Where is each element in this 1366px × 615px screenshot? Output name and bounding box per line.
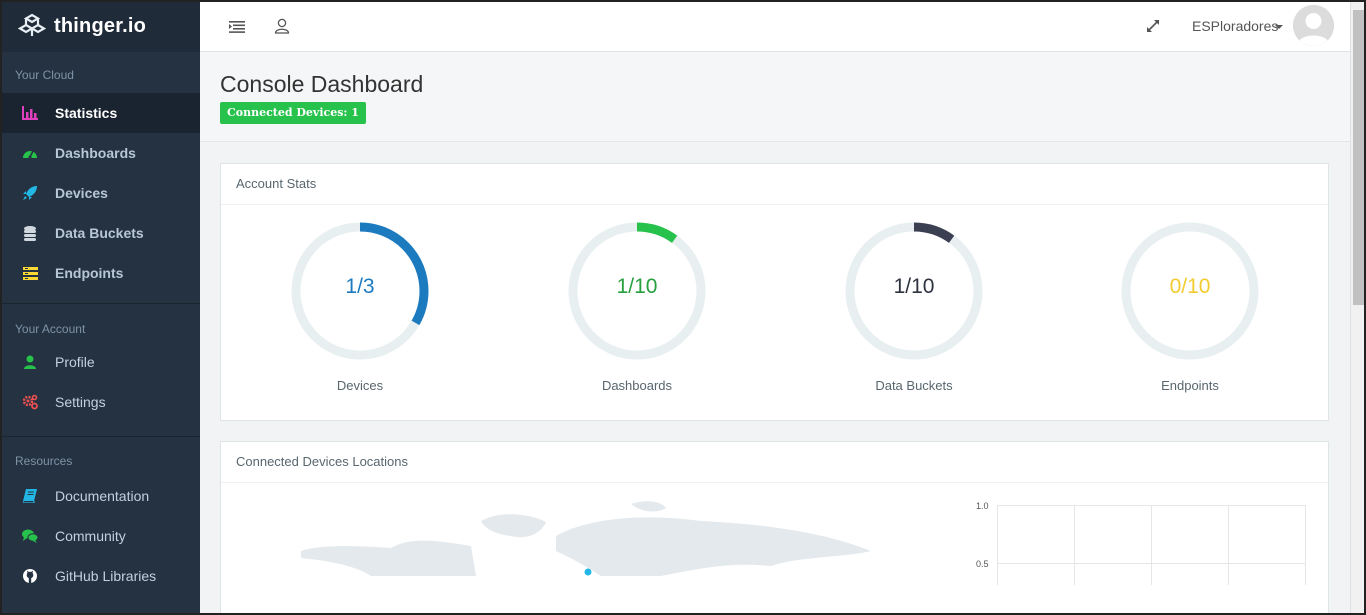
stat-label: Devices (336, 378, 384, 393)
stat-label: Data Buckets (875, 378, 953, 393)
rocket-icon (22, 185, 38, 201)
y-tick-label: 1.0 (976, 501, 989, 511)
stat-label: Endpoints (1161, 378, 1219, 393)
sidebar-item-settings[interactable]: Settings (0, 382, 200, 422)
device-location-marker[interactable] (584, 568, 592, 576)
stat-endpoints: 0/10 Endpoints (1110, 219, 1270, 393)
sidebar-item-label: Community (55, 528, 126, 544)
sidebar-item-label: GitHub Libraries (55, 568, 157, 584)
section-title-your-cloud: Your Cloud (15, 68, 74, 82)
sidebar-item-label: Data Buckets (55, 225, 144, 241)
page-header: Console Dashboard Connected Devices: 1 (200, 52, 1350, 142)
section-title-your-account: Your Account (15, 322, 86, 336)
avatar[interactable] (1293, 5, 1334, 46)
sidebar-item-statistics[interactable]: Statistics (0, 93, 200, 133)
world-map[interactable] (301, 496, 901, 576)
stat-dashboards: 1/10 Dashboards (557, 219, 717, 393)
stat-value: 1/3 (345, 275, 375, 298)
sidebar-item-community[interactable]: Community (0, 516, 200, 556)
sidebar-item-label: Documentation (55, 488, 150, 504)
github-icon (22, 568, 38, 584)
chart-grid (997, 505, 1306, 585)
fullscreen-icon[interactable] (1144, 17, 1162, 35)
main-content: Console Dashboard Connected Devices: 1 A… (200, 52, 1350, 615)
device-locations-panel: Connected Devices Locations 1.0 0.5 (220, 441, 1329, 615)
stat-devices: 1/3 Devices (280, 219, 440, 393)
panel-title: Connected Devices Locations (221, 442, 1328, 483)
sidebar-item-devices[interactable]: Devices (0, 173, 200, 213)
endpoints-icon (22, 265, 38, 281)
dashboard-icon (22, 145, 38, 161)
toggle-menu-icon[interactable] (228, 17, 246, 35)
sidebar-item-github-libraries[interactable]: GitHub Libraries (0, 556, 200, 596)
section-title-resources: Resources (15, 454, 73, 468)
panel-title: Account Stats (221, 164, 1328, 205)
sidebar-item-documentation[interactable]: Documentation (0, 476, 200, 516)
stat-value: 1/10 (616, 275, 658, 298)
user-icon (22, 354, 38, 370)
book-icon (22, 488, 38, 504)
sidebar-item-label: Settings (55, 394, 106, 410)
stat-label: Dashboards (601, 378, 673, 393)
sidebar-divider (0, 436, 200, 437)
sidebar-item-data-buckets[interactable]: Data Buckets (0, 213, 200, 253)
thinger-logo-icon (18, 13, 46, 36)
database-icon (22, 225, 38, 241)
default-avatar-icon (1293, 5, 1334, 46)
brand-name: thinger.io (54, 14, 146, 37)
user-outline-icon[interactable] (273, 17, 291, 35)
sidebar-item-label: Endpoints (55, 265, 124, 281)
sidebar-item-endpoints[interactable]: Endpoints (0, 253, 200, 293)
brand[interactable]: thinger.io (0, 0, 200, 52)
y-tick-label: 0.5 (976, 559, 989, 569)
cogs-icon (22, 394, 38, 410)
sidebar: thinger.io Your Cloud Statistics Dashboa… (0, 0, 200, 615)
connected-devices-badge: Connected Devices: 1 (220, 102, 366, 124)
locations-chart: 1.0 0.5 (976, 500, 1306, 585)
sidebar-divider (0, 303, 200, 304)
stat-value: 0/10 (1169, 275, 1211, 298)
sidebar-item-label: Statistics (55, 105, 118, 121)
comments-icon (22, 528, 38, 544)
scrollbar[interactable] (1350, 0, 1366, 615)
chevron-down-icon[interactable] (1275, 25, 1283, 29)
top-bar: ESPloradores (200, 0, 1350, 52)
account-stats-panel: Account Stats 1/3 Devices 1/10 Dashboard… (220, 163, 1329, 421)
sidebar-item-profile[interactable]: Profile (0, 342, 200, 382)
sidebar-item-label: Profile (55, 354, 95, 370)
stat-data-buckets: 1/10 Data Buckets (834, 219, 994, 393)
sidebar-item-dashboards[interactable]: Dashboards (0, 133, 200, 173)
user-menu-name[interactable]: ESPloradores (1192, 18, 1278, 34)
scrollbar-thumb[interactable] (1353, 10, 1364, 305)
sidebar-item-label: Devices (55, 185, 108, 201)
page-title: Console Dashboard (220, 71, 424, 97)
bar-chart-icon (22, 105, 38, 121)
sidebar-item-label: Dashboards (55, 145, 136, 161)
stat-value: 1/10 (893, 275, 935, 298)
